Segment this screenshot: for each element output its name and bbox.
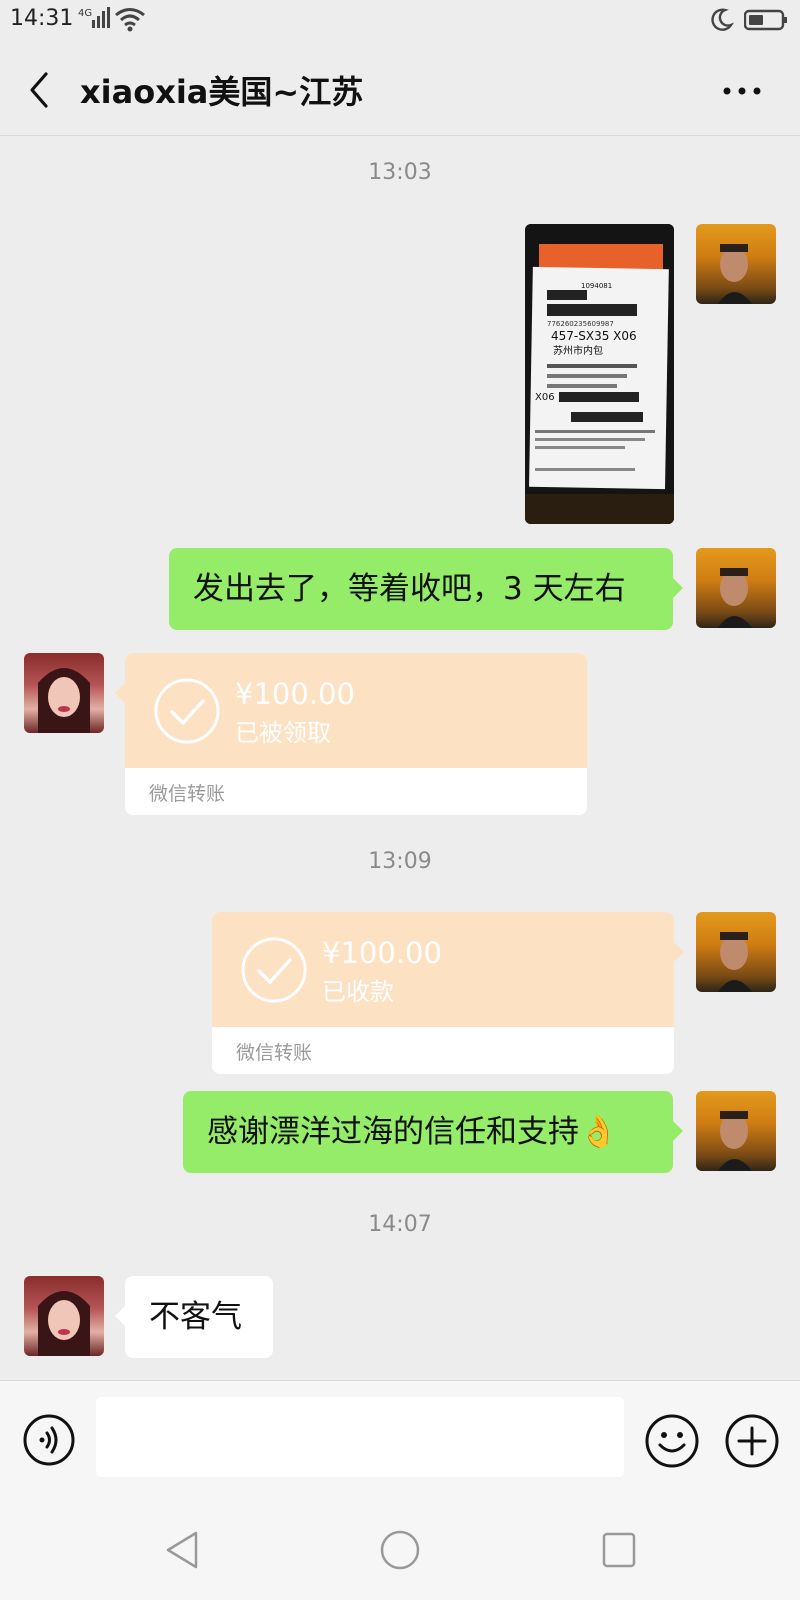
transfer-amount: ¥100.00 bbox=[322, 936, 442, 970]
wifi-icon bbox=[115, 8, 145, 32]
message-text: 感谢漂洋过海的信任和支持👌 bbox=[207, 1113, 618, 1150]
transfer-status: 已收款 bbox=[322, 978, 394, 1006]
chat-title: xiaoxia美国~江苏 bbox=[80, 73, 364, 111]
sort-code: X06 bbox=[535, 392, 555, 403]
my-avatar[interactable] bbox=[696, 224, 776, 304]
voice-input-icon[interactable] bbox=[22, 1413, 76, 1467]
person-icon bbox=[718, 1111, 752, 1171]
transfer-footer: 微信转账 bbox=[236, 1042, 313, 1064]
person-icon bbox=[718, 932, 752, 992]
more-options-icon[interactable] bbox=[722, 84, 762, 98]
transfer-received-card[interactable]: ¥100.00 已被领取 微信转账 bbox=[115, 653, 587, 815]
contact-avatar[interactable] bbox=[24, 1276, 104, 1356]
route-code: 457-SX35 X06 bbox=[551, 329, 637, 343]
received-message[interactable]: 不客气 bbox=[115, 1276, 273, 1358]
order-number: 1094081 bbox=[581, 282, 612, 290]
transfer-status: 已被领取 bbox=[235, 719, 331, 747]
nav-recents-icon[interactable] bbox=[601, 1530, 637, 1570]
route-name: 苏州市内包 bbox=[553, 344, 603, 357]
emoji-icon[interactable] bbox=[644, 1413, 700, 1469]
moon-icon bbox=[711, 8, 734, 31]
sent-message[interactable]: 感谢漂洋过海的信任和支持👌 bbox=[183, 1091, 683, 1173]
timestamp: 14:07 bbox=[368, 1212, 432, 1237]
battery-icon bbox=[744, 9, 787, 31]
person-icon bbox=[38, 668, 90, 733]
timestamp: 13:03 bbox=[368, 160, 432, 185]
photo-message[interactable]: 776260235609987 457-SX35 X06 苏州市内包 10940… bbox=[525, 224, 674, 524]
check-circle-icon bbox=[241, 937, 307, 1003]
nav-back-icon[interactable] bbox=[164, 1530, 200, 1570]
network-label: 4G bbox=[78, 8, 92, 19]
back-arrow-icon[interactable] bbox=[26, 70, 56, 110]
message-input[interactable] bbox=[96, 1397, 624, 1477]
timestamp: 13:09 bbox=[368, 849, 432, 874]
chat-header: xiaoxia美国~江苏 bbox=[0, 40, 800, 136]
my-avatar[interactable] bbox=[696, 1091, 776, 1171]
plus-icon[interactable] bbox=[724, 1413, 780, 1469]
transfer-footer: 微信转账 bbox=[149, 783, 226, 805]
person-icon bbox=[718, 244, 752, 304]
message-text: 不客气 bbox=[149, 1298, 242, 1335]
transfer-sent-card[interactable]: ¥100.00 已收款 微信转账 bbox=[212, 912, 684, 1074]
status-time: 14:31 bbox=[10, 6, 74, 31]
person-icon bbox=[38, 1291, 90, 1356]
person-icon bbox=[718, 568, 752, 628]
shipping-label-photo: 776260235609987 457-SX35 X06 苏州市内包 10940… bbox=[525, 224, 674, 524]
transfer-amount: ¥100.00 bbox=[235, 677, 355, 711]
check-circle-icon bbox=[154, 678, 220, 744]
input-bar bbox=[0, 1380, 800, 1501]
message-text: 发出去了，等着收吧，3 天左右 bbox=[193, 570, 626, 607]
nav-home-icon[interactable] bbox=[380, 1530, 420, 1570]
my-avatar[interactable] bbox=[696, 912, 776, 992]
status-bar: 14:31 4G bbox=[0, 0, 800, 40]
cellular-signal-icon: 4G bbox=[78, 7, 110, 28]
my-avatar[interactable] bbox=[696, 548, 776, 628]
sent-message[interactable]: 发出去了，等着收吧，3 天左右 bbox=[169, 548, 683, 630]
tracking-number: 776260235609987 bbox=[547, 320, 614, 328]
system-nav-bar bbox=[0, 1500, 800, 1600]
contact-avatar[interactable] bbox=[24, 653, 104, 733]
